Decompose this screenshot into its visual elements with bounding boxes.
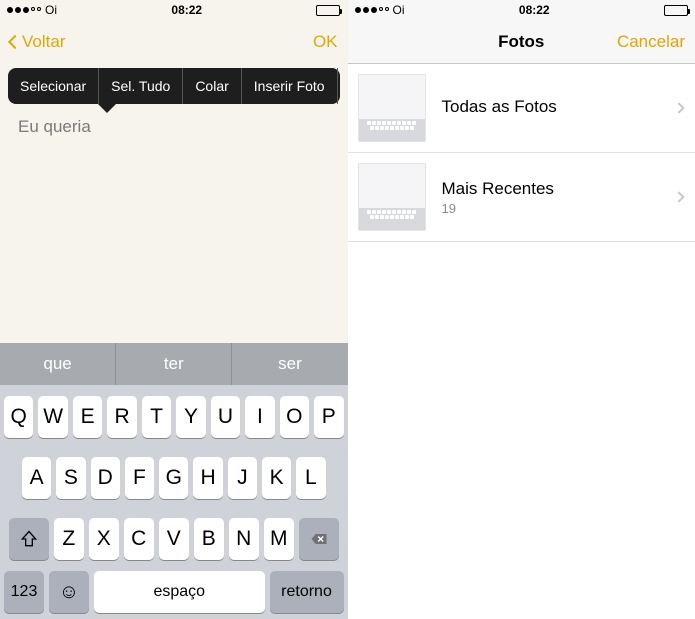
key-b[interactable]: B bbox=[194, 518, 224, 560]
chevron-right-icon bbox=[673, 191, 684, 202]
key-row-3: Z X C V B N M bbox=[4, 518, 344, 560]
key-x[interactable]: X bbox=[89, 518, 119, 560]
key-l[interactable]: L bbox=[296, 457, 325, 499]
key-c[interactable]: C bbox=[124, 518, 154, 560]
chevron-left-icon bbox=[8, 35, 22, 49]
keyboard: que ter ser Q W E R T Y U I O P A S D F bbox=[0, 343, 348, 619]
key-s[interactable]: S bbox=[56, 457, 85, 499]
key-k[interactable]: K bbox=[262, 457, 291, 499]
album-title: Mais Recentes bbox=[442, 179, 676, 199]
key-t[interactable]: T bbox=[142, 396, 171, 438]
chevron-right-icon bbox=[673, 102, 684, 113]
signal-icon bbox=[355, 7, 389, 13]
status-left: Oi bbox=[355, 3, 405, 17]
key-w[interactable]: W bbox=[38, 396, 67, 438]
album-row-all[interactable]: Todas as Fotos bbox=[348, 64, 695, 153]
key-u[interactable]: U bbox=[211, 396, 240, 438]
key-d[interactable]: D bbox=[91, 457, 120, 499]
key-f[interactable]: F bbox=[125, 457, 154, 499]
key-o[interactable]: O bbox=[280, 396, 309, 438]
cancel-button[interactable]: Cancelar bbox=[617, 32, 685, 52]
key-v[interactable]: V bbox=[159, 518, 189, 560]
suggestion-row: que ter ser bbox=[0, 343, 348, 385]
back-label: Voltar bbox=[22, 32, 65, 52]
suggestion-2[interactable]: ter bbox=[116, 343, 232, 385]
return-key[interactable]: retorno bbox=[270, 571, 344, 613]
key-row-2: A S D F G H J K L bbox=[4, 457, 344, 499]
status-bar: Oi 08:22 bbox=[0, 0, 348, 20]
ctx-select[interactable]: Selecionar bbox=[8, 68, 99, 104]
emoji-icon: ☺ bbox=[59, 581, 79, 604]
keyboard-bottom-row: 123 ☺ espaço retorno bbox=[0, 571, 348, 619]
album-list: Todas as Fotos Mais Recentes 19 bbox=[348, 64, 695, 242]
carrier-label: Oi bbox=[393, 3, 405, 17]
battery-icon bbox=[664, 5, 688, 16]
key-r[interactable]: R bbox=[107, 396, 136, 438]
back-button[interactable]: Voltar bbox=[10, 32, 65, 52]
key-z[interactable]: Z bbox=[54, 518, 84, 560]
ctx-paste[interactable]: Colar bbox=[183, 68, 241, 104]
status-time: 08:22 bbox=[519, 3, 550, 17]
status-right bbox=[664, 5, 688, 16]
backspace-key[interactable] bbox=[299, 518, 339, 560]
album-count: 19 bbox=[442, 201, 676, 216]
key-j[interactable]: J bbox=[228, 457, 257, 499]
key-y[interactable]: Y bbox=[176, 396, 205, 438]
key-e[interactable]: E bbox=[73, 396, 102, 438]
context-menu-arrow-icon bbox=[98, 104, 116, 113]
phone-photos: Oi 08:22 Fotos Cancelar Todas as Fotos bbox=[348, 0, 695, 619]
album-info: Mais Recentes 19 bbox=[426, 179, 676, 216]
key-q[interactable]: Q bbox=[4, 396, 33, 438]
album-row-recent[interactable]: Mais Recentes 19 bbox=[348, 153, 695, 242]
key-g[interactable]: G bbox=[159, 457, 188, 499]
ok-button[interactable]: OK bbox=[313, 32, 338, 52]
status-time: 08:22 bbox=[171, 3, 202, 17]
key-n[interactable]: N bbox=[229, 518, 259, 560]
shift-icon bbox=[19, 529, 39, 549]
suggestion-3[interactable]: ser bbox=[232, 343, 347, 385]
shift-key[interactable] bbox=[9, 518, 49, 560]
emoji-key[interactable]: ☺ bbox=[49, 571, 89, 613]
status-left: Oi bbox=[7, 3, 57, 17]
album-thumbnail bbox=[358, 74, 426, 142]
nav-title: Fotos bbox=[498, 32, 544, 52]
suggestion-1[interactable]: que bbox=[0, 343, 116, 385]
key-m[interactable]: M bbox=[264, 518, 294, 560]
phone-notes: Oi 08:22 Voltar OK Selecionar Sel. Tudo … bbox=[0, 0, 348, 619]
album-title: Todas as Fotos bbox=[442, 97, 676, 117]
carrier-label: Oi bbox=[45, 3, 57, 17]
album-thumbnail bbox=[358, 163, 426, 231]
nav-bar: Fotos Cancelar bbox=[348, 20, 695, 64]
key-row-1: Q W E R T Y U I O P bbox=[4, 396, 344, 438]
status-bar: Oi 08:22 bbox=[348, 0, 695, 20]
key-p[interactable]: P bbox=[314, 396, 343, 438]
nav-bar: Voltar OK bbox=[0, 20, 348, 64]
space-key[interactable]: espaço bbox=[94, 571, 265, 613]
backspace-icon bbox=[309, 529, 329, 549]
ctx-insert-photo[interactable]: Inserir Foto bbox=[242, 68, 338, 104]
ctx-select-all[interactable]: Sel. Tudo bbox=[99, 68, 183, 104]
note-text[interactable]: Eu queria bbox=[18, 117, 91, 137]
battery-icon bbox=[316, 5, 340, 16]
signal-icon bbox=[7, 7, 41, 13]
album-info: Todas as Fotos bbox=[426, 97, 676, 119]
key-rows: Q W E R T Y U I O P A S D F G H J K L bbox=[0, 385, 348, 571]
key-i[interactable]: I bbox=[245, 396, 274, 438]
status-right bbox=[316, 5, 340, 16]
key-a[interactable]: A bbox=[22, 457, 51, 499]
key-h[interactable]: H bbox=[193, 457, 222, 499]
numbers-key[interactable]: 123 bbox=[4, 571, 44, 613]
context-menu: Selecionar Sel. Tudo Colar Inserir Foto bbox=[8, 68, 340, 104]
